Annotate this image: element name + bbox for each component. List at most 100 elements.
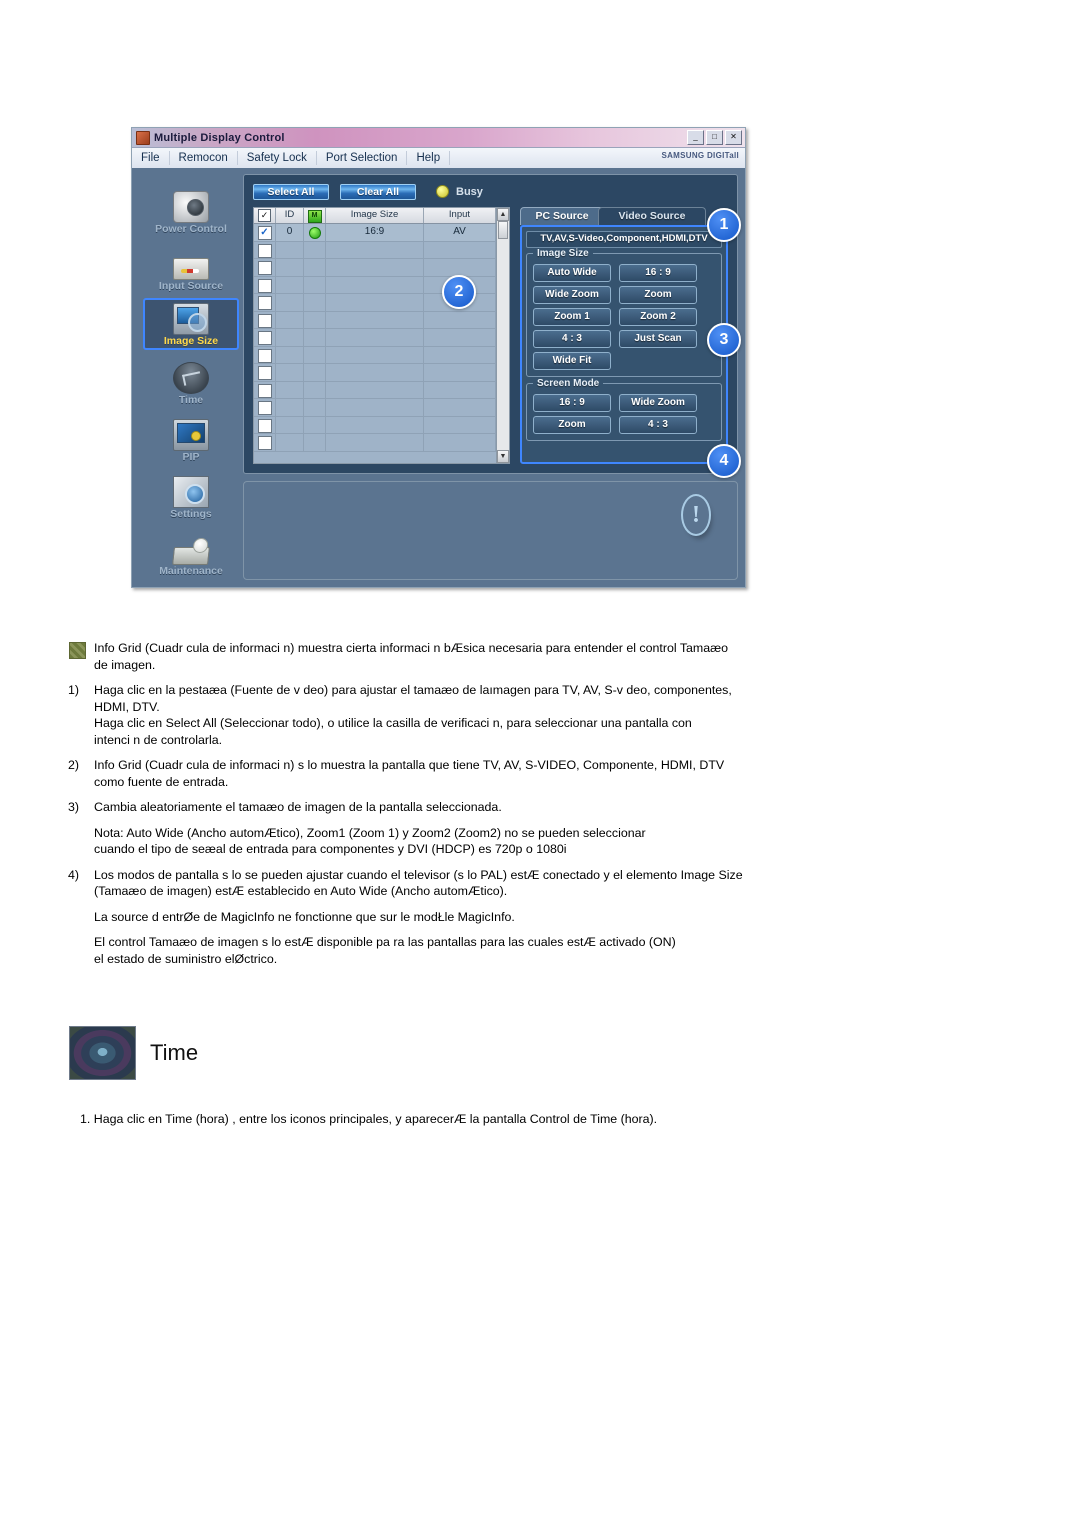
sidebar-item-input-source[interactable]: Input Source	[143, 241, 239, 293]
screen-mode-zoom-button[interactable]: Zoom	[533, 416, 611, 434]
screen-mode-group-title: Screen Mode	[533, 378, 604, 389]
table-row[interactable]	[254, 399, 496, 417]
row-checkbox-cell[interactable]	[254, 329, 276, 346]
maximize-button[interactable]: □	[706, 130, 723, 145]
row-checkbox-cell[interactable]	[254, 364, 276, 381]
sidebar-item-time[interactable]: Time	[143, 355, 239, 407]
menu-item-remocon[interactable]: Remocon	[170, 151, 238, 165]
row-checkbox[interactable]	[257, 348, 272, 363]
image-size-group-title: Image Size	[533, 248, 593, 259]
row-checkbox-cell[interactable]	[254, 416, 276, 433]
scrollbar-track[interactable]	[497, 239, 509, 450]
row-checkbox-cell[interactable]	[254, 241, 276, 258]
row-checkbox[interactable]	[257, 296, 272, 310]
auto-wide-button[interactable]: Auto Wide	[533, 264, 611, 282]
row-checkbox-cell[interactable]	[254, 381, 276, 398]
table-row[interactable]: ✓ 0 16:9 AV	[254, 224, 496, 242]
row-checkbox-cell[interactable]	[254, 434, 276, 451]
message-area: !	[243, 481, 738, 580]
table-row[interactable]	[254, 434, 496, 452]
row-checkbox[interactable]	[257, 436, 272, 450]
just-scan-button[interactable]: Just Scan	[619, 330, 697, 348]
4-3-button[interactable]: 4 : 3	[533, 330, 611, 348]
table-row[interactable]	[254, 311, 496, 329]
row-image-size	[326, 329, 424, 346]
table-row[interactable]	[254, 364, 496, 382]
row-image-size	[326, 346, 424, 363]
callout-badge-2: 2	[442, 275, 476, 309]
scrollbar-thumb[interactable]	[498, 221, 508, 239]
sidebar-item-pip[interactable]: PIP	[143, 412, 239, 464]
wide-fit-button[interactable]: Wide Fit	[533, 352, 611, 370]
grid-scrollbar[interactable]: ▲ ▼	[496, 208, 509, 463]
list-item-line: Los modos de pantalla s lo se pueden aju…	[94, 867, 743, 882]
sidebar-item-label: Maintenance	[159, 565, 223, 577]
list-item-number: 3)	[68, 800, 80, 814]
row-checkbox[interactable]	[257, 401, 272, 415]
row-checkbox[interactable]	[257, 243, 272, 258]
close-button[interactable]: ✕	[725, 130, 742, 145]
menu-item-help[interactable]: Help	[407, 151, 451, 165]
callout-badge-4: 4	[707, 444, 741, 478]
tab-pc-source[interactable]: PC Source	[520, 207, 604, 225]
row-power-cell	[304, 329, 326, 346]
row-checkbox[interactable]	[257, 313, 272, 328]
table-row[interactable]	[254, 346, 496, 364]
screen-mode-wide-zoom-button[interactable]: Wide Zoom	[619, 394, 697, 412]
select-all-button[interactable]: Select All	[253, 183, 329, 200]
wide-zoom-button[interactable]: Wide Zoom	[533, 286, 611, 304]
row-checkbox[interactable]	[257, 383, 272, 398]
menu-item-file[interactable]: File	[132, 151, 170, 165]
time-icon	[173, 362, 209, 394]
row-image-size: 16:9	[326, 224, 424, 241]
16-9-button[interactable]: 16 : 9	[619, 264, 697, 282]
row-checkbox-cell[interactable]	[254, 399, 276, 416]
scroll-down-button[interactable]: ▼	[497, 450, 509, 463]
row-checkbox[interactable]: ✓	[257, 226, 272, 240]
row-checkbox-cell[interactable]	[254, 259, 276, 276]
row-checkbox-cell[interactable]	[254, 346, 276, 363]
screen-mode-16-9-button[interactable]: 16 : 9	[533, 394, 611, 412]
menu-item-port-selection[interactable]: Port Selection	[317, 151, 408, 165]
row-checkbox-cell[interactable]: ✓	[254, 224, 276, 241]
table-row[interactable]	[254, 381, 496, 399]
table-row[interactable]	[254, 241, 496, 259]
document-body: Info Grid (Cuadr cula de informaci n) mu…	[0, 640, 1080, 976]
row-id	[276, 294, 304, 311]
menu-item-safety-lock[interactable]: Safety Lock	[238, 151, 317, 165]
sidebar-item-settings[interactable]: Settings	[143, 469, 239, 521]
row-checkbox[interactable]	[257, 418, 272, 433]
row-checkbox-cell[interactable]	[254, 276, 276, 293]
clear-all-button[interactable]: Clear All	[340, 183, 416, 200]
scroll-up-button[interactable]: ▲	[497, 208, 509, 221]
minimize-button[interactable]: _	[687, 130, 704, 145]
row-power-cell	[304, 346, 326, 363]
screen-mode-4-3-button[interactable]: 4 : 3	[619, 416, 697, 434]
row-checkbox[interactable]	[257, 261, 272, 275]
note-zoom-restriction: Nota: Auto Wide (Ancho automÆtico), Zoom…	[0, 825, 1080, 858]
table-row[interactable]	[254, 259, 496, 277]
row-power-cell	[304, 276, 326, 293]
row-checkbox[interactable]	[257, 278, 272, 293]
tab-video-source[interactable]: Video Source	[598, 207, 706, 225]
list-item: 4) Los modos de pantalla s lo se pueden …	[0, 867, 1080, 900]
row-checkbox-cell[interactable]	[254, 294, 276, 311]
sidebar-item-maintenance[interactable]: Maintenance	[143, 526, 239, 578]
window-title: Multiple Display Control	[154, 131, 285, 144]
zoom-1-button[interactable]: Zoom 1	[533, 308, 611, 326]
grid-header-checkbox-cell[interactable]: ✓	[254, 208, 276, 223]
row-checkbox-cell[interactable]	[254, 311, 276, 328]
zoom-2-button[interactable]: Zoom 2	[619, 308, 697, 326]
sidebar-item-power-control[interactable]: Power Control	[143, 184, 239, 236]
zoom-button[interactable]: Zoom	[619, 286, 697, 304]
row-power-cell	[304, 381, 326, 398]
table-row[interactable]	[254, 329, 496, 347]
list-item-line: Info Grid (Cuadr cula de informaci n) s …	[94, 758, 725, 772]
image-size-group: Image Size Auto Wide 16 : 9 Wide Zoom Zo…	[526, 248, 722, 377]
time-section-heading: Time	[69, 1026, 198, 1080]
table-row[interactable]	[254, 416, 496, 434]
select-all-checkbox[interactable]: ✓	[258, 209, 271, 222]
row-checkbox[interactable]	[257, 331, 272, 345]
row-checkbox[interactable]	[257, 366, 272, 380]
sidebar-item-image-size[interactable]: Image Size	[143, 298, 239, 350]
